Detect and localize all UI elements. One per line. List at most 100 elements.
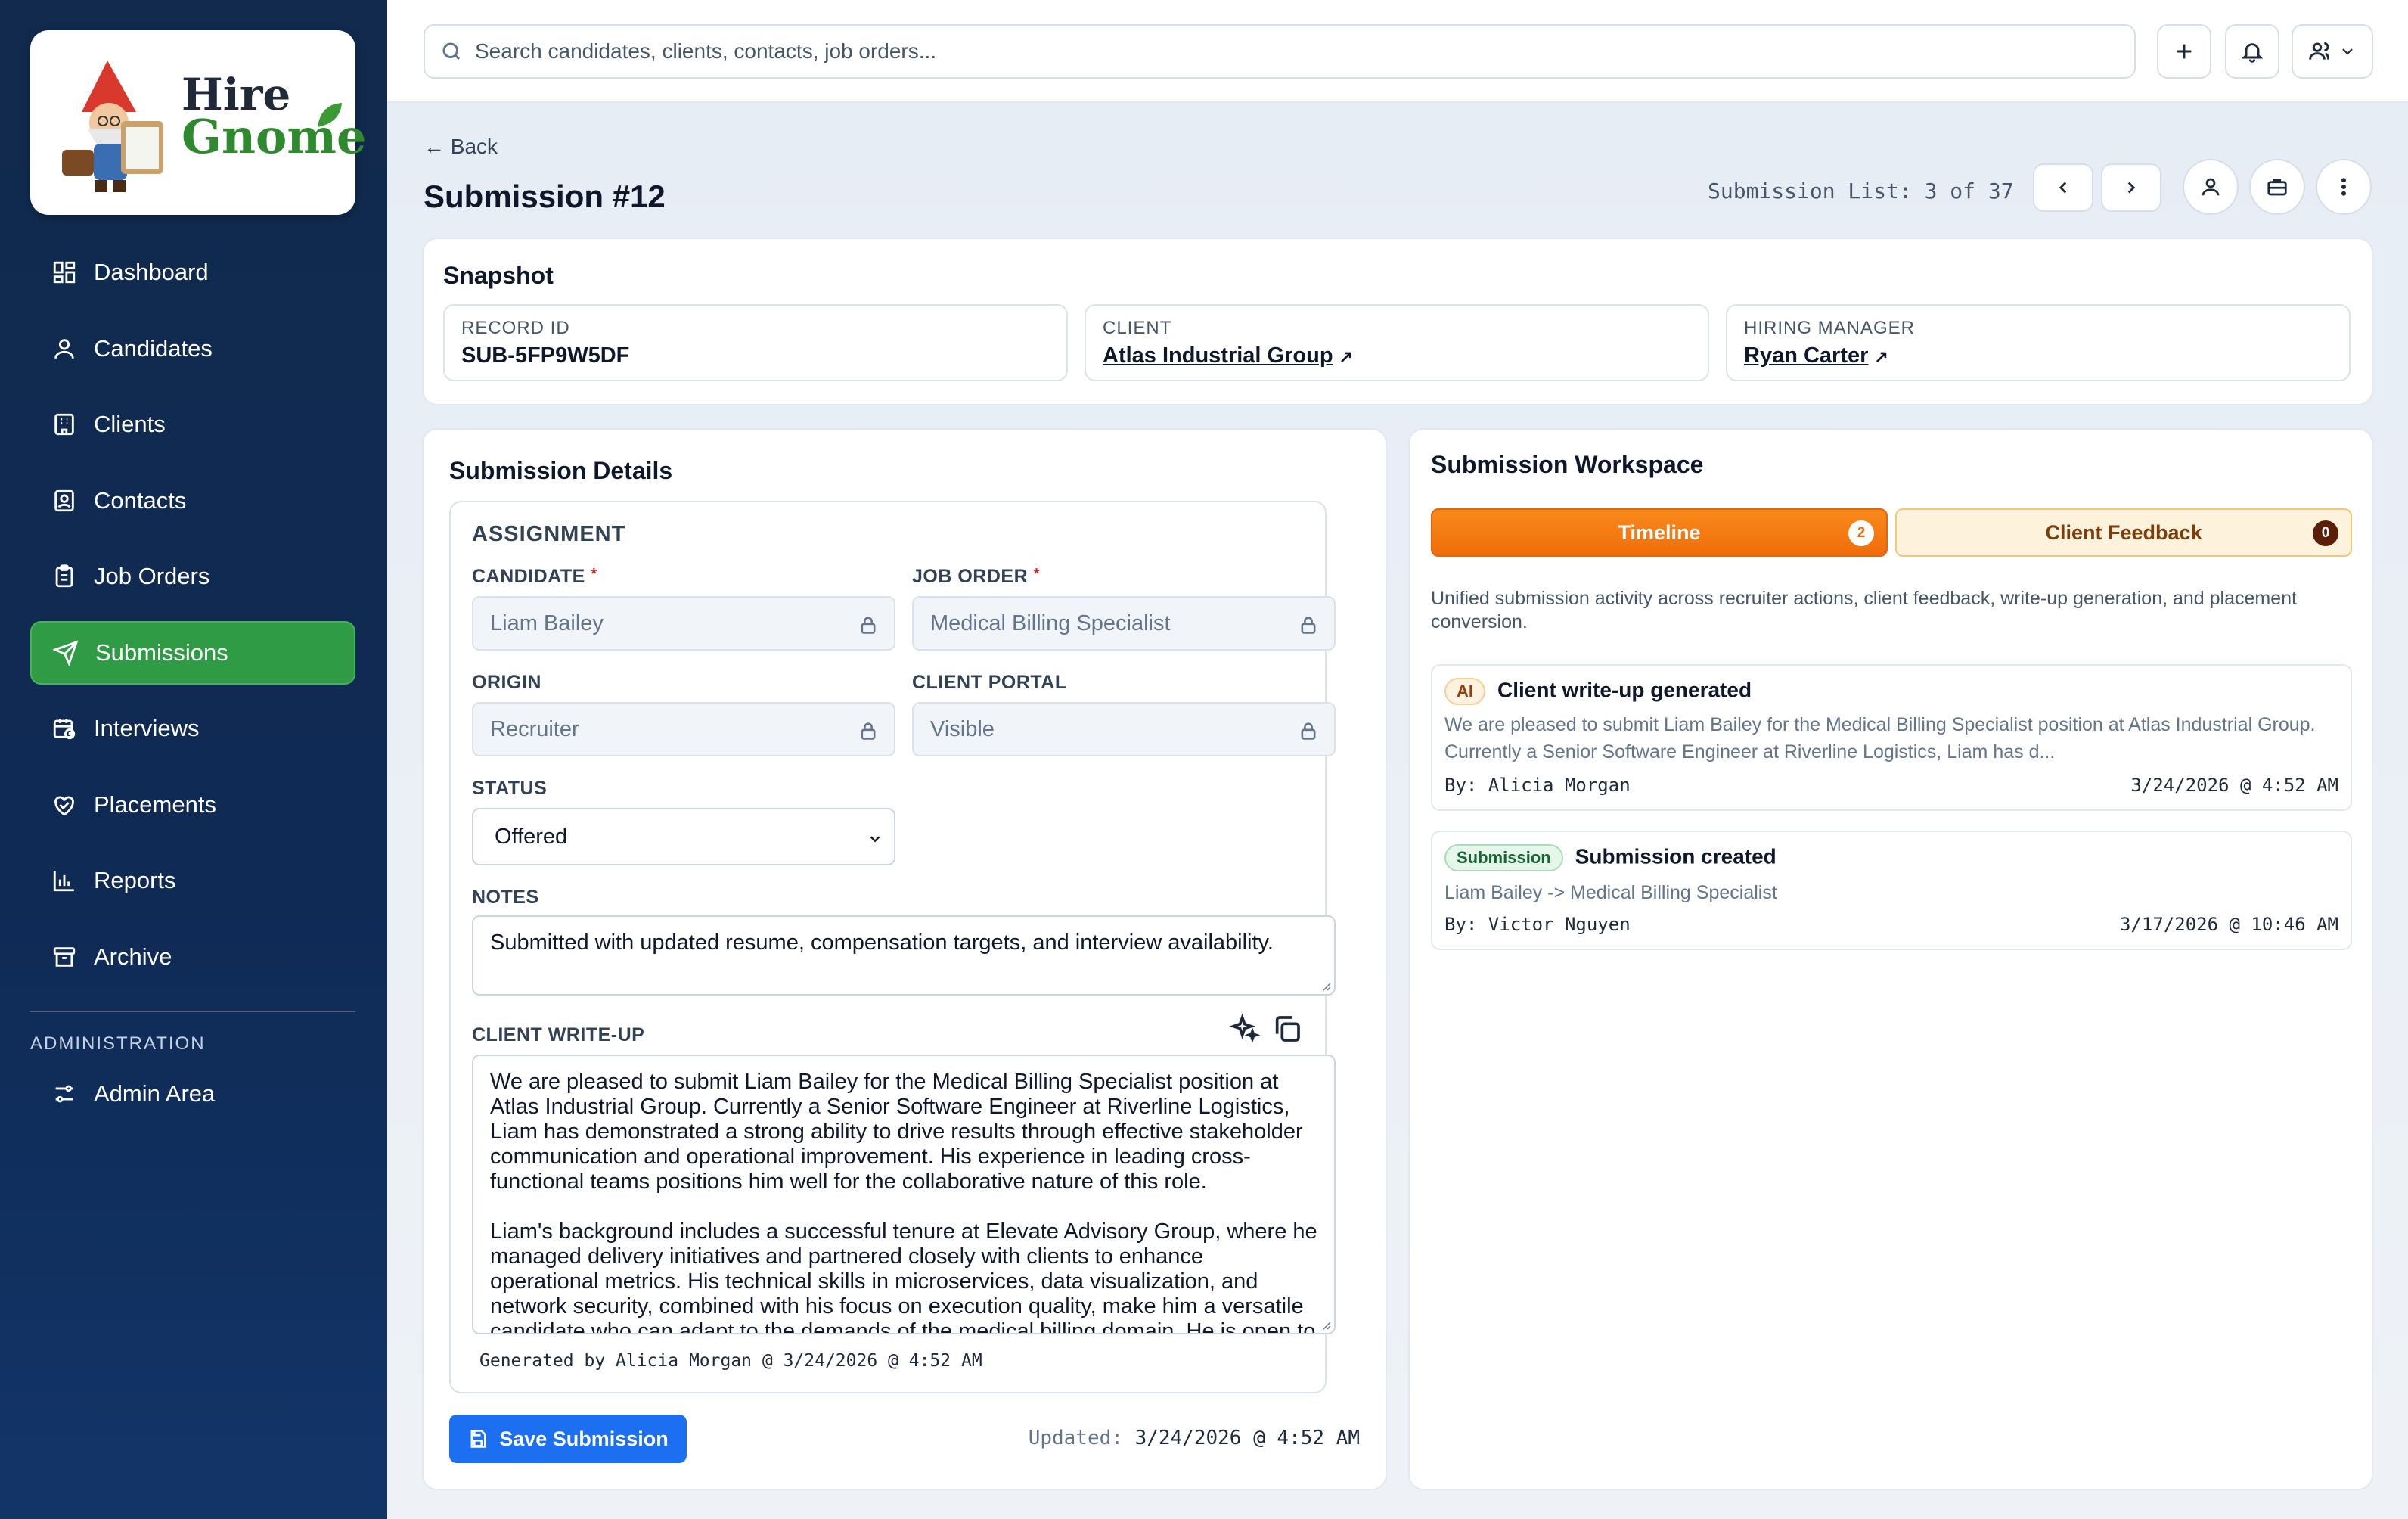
sidebar-divider <box>30 1011 355 1012</box>
client-field: CLIENT Atlas Industrial Group ↗ <box>1085 304 1709 381</box>
client-writeup-label: CLIENT WRITE-UP <box>472 1024 645 1045</box>
hiring-manager-label: HIRING MANAGER <box>1744 318 1916 338</box>
status-select[interactable]: Offered <box>472 808 895 865</box>
dashboard-icon <box>53 261 76 284</box>
timeline-event-author: By: Alicia Morgan <box>1444 775 1631 796</box>
list-position: 3 <box>1924 179 1938 203</box>
sidebar-item-archive[interactable]: Archive <box>30 925 355 989</box>
archive-icon <box>53 946 76 967</box>
search-input[interactable] <box>475 39 2124 64</box>
assignment-title: ASSIGNMENT <box>472 522 626 546</box>
client-portal-value: Visible <box>930 716 995 741</box>
sidebar-item-label: Contacts <box>94 486 187 514</box>
sidebar-item-contacts[interactable]: Contacts <box>30 469 355 533</box>
plus-icon <box>2177 44 2192 59</box>
global-search[interactable] <box>424 24 2136 79</box>
resize-handle-icon[interactable] <box>1319 1318 1331 1330</box>
sidebar-item-candidates[interactable]: Candidates <box>30 317 355 381</box>
timeline-event[interactable]: Submission Submission created Liam Bailey… <box>1431 831 2352 950</box>
briefcase-icon <box>2267 179 2287 196</box>
copy-icon[interactable] <box>1272 1014 1302 1044</box>
next-submission-button[interactable] <box>2101 163 2161 212</box>
sidebar-item-label: Candidates <box>94 334 213 362</box>
updated-label: Updated: <box>1028 1427 1123 1449</box>
notifications-button[interactable] <box>2225 24 2279 79</box>
admin-section-title: ADMINISTRATION <box>30 1033 206 1054</box>
users-icon <box>2309 42 2330 60</box>
sidebar-item-admin-area[interactable]: Admin Area <box>30 1062 355 1126</box>
workspace-description: Unified submission activity across recru… <box>1431 588 2297 632</box>
clipboard-icon <box>55 564 73 588</box>
lock-icon <box>861 617 876 634</box>
sidebar-item-job-orders[interactable]: Job Orders <box>30 545 355 608</box>
client-link[interactable]: Atlas Industrial Group <box>1103 343 1333 368</box>
tab-client-feedback[interactable]: Client Feedback 0 <box>1895 508 2352 557</box>
origin-field: Recruiter <box>472 702 895 756</box>
sidebar-item-submissions[interactable]: Submissions <box>30 620 355 685</box>
user-menu-button[interactable] <box>2292 24 2373 79</box>
client-portal-label: CLIENT PORTAL <box>912 672 1067 693</box>
sidebar-item-label: Reports <box>94 867 176 893</box>
view-candidate-button[interactable] <box>2183 159 2239 215</box>
timeline-event-date: 3/24/2026 @ 4:52 AM <box>2130 775 2338 796</box>
writeup-paragraph-2: Liam's background includes a successful … <box>490 1219 1317 1334</box>
job-order-label-text: JOB ORDER <box>912 566 1029 587</box>
origin-label: ORIGIN <box>472 672 541 693</box>
notes-value: Submitted with updated resume, compensat… <box>490 930 1274 955</box>
list-total: 37 <box>1988 179 2014 203</box>
ai-sparkle-icon[interactable] <box>1230 1014 1260 1044</box>
sidebar-item-label: Interviews <box>94 715 200 741</box>
sidebar-item-clients[interactable]: Clients <box>30 393 355 456</box>
user-icon <box>2202 178 2220 196</box>
timeline-event[interactable]: AI Client write-up generated We are pleas… <box>1431 664 2352 811</box>
sidebar-item-dashboard[interactable]: Dashboard <box>30 241 355 304</box>
sliders-icon <box>55 1085 73 1103</box>
page-title: Submission #12 <box>424 179 666 214</box>
submission-details-card: Submission Details ASSIGNMENT CANDIDATE … <box>422 428 1387 1490</box>
save-submission-button[interactable]: Save Submission <box>449 1415 687 1463</box>
hiring-manager-link[interactable]: Ryan Carter <box>1744 343 1868 368</box>
save-submission-label: Save Submission <box>499 1427 669 1450</box>
notes-textarea[interactable]: Submitted with updated resume, compensat… <box>472 915 1336 996</box>
candidate-value: Liam Bailey <box>490 610 604 635</box>
required-marker: * <box>591 566 597 582</box>
lock-icon <box>1301 722 1316 740</box>
timeline-event-date: 3/17/2026 @ 10:46 AM <box>2120 914 2338 935</box>
client-writeup-textarea[interactable]: We are pleased to submit Liam Bailey for… <box>472 1055 1336 1334</box>
writeup-paragraph-1: We are pleased to submit Liam Bailey for… <box>490 1070 1303 1194</box>
writeup-actions <box>1230 1014 1302 1044</box>
view-job-order-button[interactable] <box>2249 159 2305 215</box>
chevron-down-icon <box>2342 48 2353 55</box>
more-options-button[interactable] <box>2316 159 2372 215</box>
timeline-event-body: Liam Bailey -> Medical Billing Specialis… <box>1444 882 1777 903</box>
add-button[interactable] <box>2157 24 2211 79</box>
handshake-icon <box>54 796 74 815</box>
tab-client-feedback-label: Client Feedback <box>2045 520 2202 544</box>
submission-details-title: Submission Details <box>449 457 673 484</box>
tab-timeline[interactable]: Timeline 2 <box>1431 508 1888 557</box>
timeline-event-author: By: Victor Nguyen <box>1444 914 1631 935</box>
updated-value: 3/24/2026 @ 4:52 AM <box>1134 1427 1360 1449</box>
back-link[interactable]: ← Back <box>424 135 498 159</box>
building-icon <box>54 413 74 436</box>
chevron-left-icon <box>2059 182 2067 194</box>
status-value: Offered <box>495 824 568 849</box>
sidebar-nav: Dashboard Candidates Clients Contacts Jo… <box>30 241 355 1001</box>
brand-logo[interactable]: Hire Gnome <box>30 30 366 215</box>
sidebar: Hire Gnome Dashboard Candidates Clients … <box>0 0 387 1519</box>
sidebar-item-label: Placements <box>94 791 216 818</box>
sidebar-item-interviews[interactable]: Interviews <box>30 697 355 760</box>
external-link-icon: ↗ <box>1874 347 1888 366</box>
job-order-field: Medical Billing Specialist <box>912 596 1336 651</box>
calendar-clock-icon <box>53 719 76 740</box>
sidebar-item-placements[interactable]: Placements <box>30 773 355 837</box>
job-order-value: Medical Billing Specialist <box>930 610 1171 635</box>
previous-submission-button[interactable] <box>2033 163 2093 212</box>
timeline-event-title: Submission created <box>1575 844 1777 868</box>
submission-workspace-card: Submission Workspace Timeline 2 Client F… <box>1408 428 2373 1490</box>
bell-icon <box>2241 43 2264 63</box>
resize-handle-icon[interactable] <box>1319 979 1331 991</box>
sidebar-item-reports[interactable]: Reports <box>30 849 355 912</box>
timeline-event-body: We are pleased to submit Liam Bailey for… <box>1444 714 2316 763</box>
record-id-field: RECORD ID SUB-5FP9W5DF <box>443 304 1068 381</box>
